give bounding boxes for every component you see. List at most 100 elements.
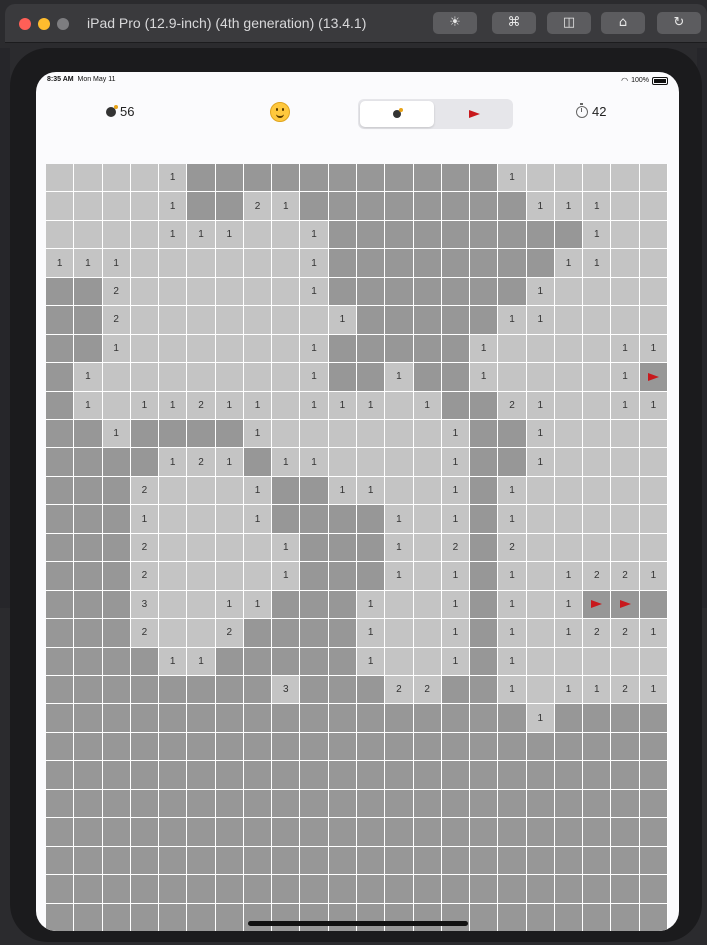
hidden-cell[interactable] <box>357 732 386 762</box>
empty-cell[interactable] <box>639 277 668 307</box>
hidden-cell[interactable] <box>243 164 273 193</box>
empty-cell[interactable] <box>639 164 668 193</box>
hidden-cell[interactable] <box>130 875 160 904</box>
hidden-cell[interactable] <box>300 562 329 591</box>
hidden-cell[interactable] <box>74 619 103 648</box>
empty-cell[interactable] <box>526 505 555 534</box>
hidden-cell[interactable] <box>526 789 555 819</box>
hidden-cell[interactable] <box>215 818 244 847</box>
hidden-cell[interactable] <box>74 533 103 563</box>
number-cell[interactable]: 1 <box>413 391 442 420</box>
hidden-cell[interactable] <box>526 875 555 904</box>
empty-cell[interactable] <box>159 363 188 392</box>
hidden-cell[interactable] <box>526 249 555 278</box>
number-cell[interactable]: 2 <box>498 533 527 563</box>
hidden-cell[interactable] <box>441 334 471 364</box>
hidden-cell[interactable] <box>583 732 612 762</box>
hidden-cell[interactable] <box>357 533 386 563</box>
hidden-cell[interactable] <box>470 505 499 534</box>
hidden-cell[interactable] <box>300 761 329 790</box>
hidden-cell[interactable] <box>498 220 527 250</box>
number-cell[interactable]: 1 <box>611 334 640 364</box>
hidden-cell[interactable] <box>300 676 329 705</box>
empty-cell[interactable] <box>102 192 131 221</box>
hidden-cell[interactable] <box>441 277 471 307</box>
hidden-cell[interactable] <box>243 875 273 904</box>
hidden-cell[interactable] <box>441 164 471 193</box>
hidden-cell[interactable] <box>441 875 471 904</box>
hidden-cell[interactable] <box>215 704 244 733</box>
number-cell[interactable]: 1 <box>328 476 357 506</box>
empty-cell[interactable] <box>385 619 414 648</box>
hidden-cell[interactable] <box>74 562 103 591</box>
empty-cell[interactable] <box>272 391 301 420</box>
number-cell[interactable]: 1 <box>470 363 499 392</box>
hidden-cell[interactable] <box>470 249 499 278</box>
hidden-cell[interactable] <box>385 334 414 364</box>
empty-cell[interactable] <box>46 192 75 221</box>
hidden-cell[interactable] <box>46 619 75 648</box>
number-cell[interactable]: 1 <box>441 476 471 506</box>
empty-cell[interactable] <box>639 647 668 676</box>
hidden-cell[interactable] <box>526 903 555 931</box>
number-cell[interactable]: 3 <box>272 676 301 705</box>
empty-cell[interactable] <box>215 334 244 364</box>
empty-cell[interactable] <box>583 533 612 563</box>
number-cell[interactable]: 1 <box>498 676 527 705</box>
empty-cell[interactable] <box>526 533 555 563</box>
hidden-cell[interactable] <box>187 761 216 790</box>
number-cell[interactable]: 2 <box>102 306 131 335</box>
hidden-cell[interactable] <box>159 420 188 449</box>
hidden-cell[interactable] <box>272 647 301 676</box>
empty-cell[interactable] <box>243 249 273 278</box>
empty-cell[interactable] <box>526 562 555 591</box>
hidden-cell[interactable] <box>554 818 584 847</box>
hidden-cell[interactable] <box>413 277 442 307</box>
hidden-cell[interactable] <box>159 704 188 733</box>
empty-cell[interactable] <box>159 505 188 534</box>
hidden-cell[interactable] <box>300 647 329 676</box>
hidden-cell[interactable] <box>300 732 329 762</box>
empty-cell[interactable] <box>554 363 584 392</box>
number-cell[interactable]: 1 <box>243 476 273 506</box>
number-cell[interactable]: 1 <box>441 420 471 449</box>
hidden-cell[interactable] <box>328 732 357 762</box>
hidden-cell[interactable] <box>554 875 584 904</box>
hidden-cell[interactable] <box>300 846 329 876</box>
empty-cell[interactable] <box>187 505 216 534</box>
hidden-cell[interactable] <box>385 903 414 931</box>
number-cell[interactable]: 1 <box>187 220 216 250</box>
empty-cell[interactable] <box>187 619 216 648</box>
number-cell[interactable]: 1 <box>554 192 584 221</box>
hidden-cell[interactable] <box>413 220 442 250</box>
empty-cell[interactable] <box>639 220 668 250</box>
hidden-cell[interactable] <box>470 448 499 477</box>
empty-cell[interactable] <box>413 590 442 620</box>
hidden-cell[interactable] <box>470 676 499 705</box>
empty-cell[interactable] <box>583 334 612 364</box>
hidden-cell[interactable] <box>441 306 471 335</box>
hidden-cell[interactable] <box>639 732 668 762</box>
number-cell[interactable]: 1 <box>272 562 301 591</box>
hidden-cell[interactable] <box>300 619 329 648</box>
empty-cell[interactable] <box>243 363 273 392</box>
number-cell[interactable]: 2 <box>130 476 160 506</box>
empty-cell[interactable] <box>611 164 640 193</box>
hidden-cell[interactable] <box>272 846 301 876</box>
hidden-cell[interactable] <box>130 647 160 676</box>
empty-cell[interactable] <box>215 533 244 563</box>
hidden-cell[interactable] <box>74 334 103 364</box>
hidden-cell[interactable] <box>413 192 442 221</box>
empty-cell[interactable] <box>554 306 584 335</box>
hidden-cell[interactable] <box>498 818 527 847</box>
flagged-cell[interactable] <box>611 590 640 620</box>
hidden-cell[interactable] <box>272 761 301 790</box>
hidden-cell[interactable] <box>470 818 499 847</box>
number-cell[interactable]: 1 <box>130 391 160 420</box>
hidden-cell[interactable] <box>413 334 442 364</box>
empty-cell[interactable] <box>187 562 216 591</box>
hidden-cell[interactable] <box>357 334 386 364</box>
empty-cell[interactable] <box>272 277 301 307</box>
number-cell[interactable]: 1 <box>498 505 527 534</box>
empty-cell[interactable] <box>611 220 640 250</box>
